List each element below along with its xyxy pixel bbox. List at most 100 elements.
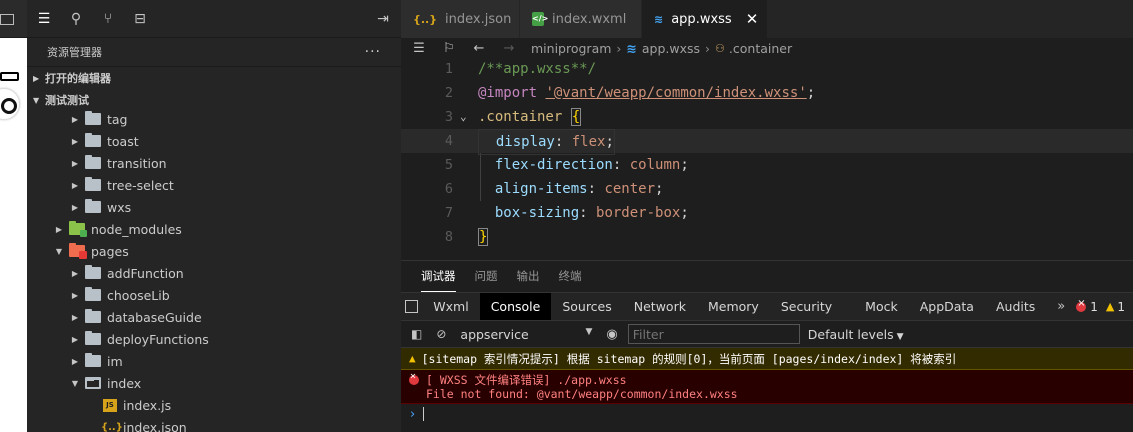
open-editors-section[interactable]: ▶ 打开的编辑器 [27, 67, 401, 89]
code-line[interactable]: 6 align-items: center; [401, 177, 1133, 201]
clear-console-icon[interactable]: ⊘ [436, 327, 446, 341]
devtools-tab-memory[interactable]: Memory [697, 293, 770, 320]
search-icon[interactable]: ⚲ [68, 11, 84, 27]
tab-problems[interactable]: 问题 [475, 261, 498, 292]
console-warning[interactable]: ▲ [sitemap 索引情况提示] 根据 sitemap 的规则[0]，当前页… [401, 348, 1133, 370]
tree-item-label: pages [91, 243, 129, 259]
prompt-chevron-icon: › [410, 406, 416, 422]
devtools-tab-wxml[interactable]: Wxml [422, 293, 479, 320]
levels-dropdown[interactable]: Default levels ▼ [808, 327, 904, 342]
devtools-tab-sources[interactable]: Sources [551, 293, 622, 320]
chevron-down-icon: ▼ [33, 95, 40, 105]
folder-open-icon [85, 377, 101, 389]
chevron-right-icon: ▶ [71, 268, 79, 278]
devtools-tab-security[interactable]: Security [770, 293, 854, 320]
error-text-line1: [ WXSS 文件编译错误] ./app.wxss [426, 373, 627, 387]
code-line[interactable]: 2 @import '@vant/weapp/common/index.wxss'… [401, 81, 1133, 105]
more-tabs-icon[interactable]: » [1046, 293, 1076, 320]
chevron-right-icon: › [616, 40, 622, 56]
breadcrumb-selector[interactable]: .container [729, 41, 792, 56]
error-icon [409, 371, 419, 385]
chevron-right-icon: ▶ [71, 312, 79, 322]
folder-icon [85, 265, 101, 279]
devtools-tab-appdata[interactable]: AppData [909, 293, 985, 320]
tree-item-toast[interactable]: ▶ toast [27, 130, 401, 152]
console-error[interactable]: [ WXSS 文件编译错误] ./app.wxss File not found… [401, 370, 1133, 404]
collapse-panel-icon[interactable]: ⇥ [375, 11, 391, 27]
tree-item-transition[interactable]: ▶ transition [27, 152, 401, 174]
wxml-file-icon: </> [532, 12, 548, 26]
warning-icon: ▲ [409, 352, 416, 365]
more-actions-icon[interactable]: ··· [365, 44, 381, 60]
extensions-icon[interactable]: ⊟ [132, 11, 148, 27]
breadcrumb-file[interactable]: app.wxss [642, 41, 700, 56]
devtools-tab-network[interactable]: Network [623, 293, 697, 320]
inspect-element-icon[interactable] [401, 293, 422, 320]
sidebar-toggle-icon[interactable]: ◧ [411, 327, 422, 341]
project-section[interactable]: ▼ 测试测试 [27, 89, 401, 111]
code-line[interactable]: 1 /**app.wxss**/ [401, 57, 1133, 81]
back-arrow-icon[interactable]: ← [471, 41, 487, 56]
tree-item-index-json[interactable]: {..} index.json [27, 416, 401, 432]
devtools-tab-console[interactable]: Console [479, 293, 552, 320]
eye-icon[interactable]: ◉ [606, 327, 617, 342]
tree-item-im[interactable]: ▶ im [27, 350, 401, 372]
code-editor[interactable]: 1 /**app.wxss**/ 2 @import '@vant/weapp/com… [401, 57, 1133, 260]
code-line[interactable]: 7 box-sizing: border-box; [401, 201, 1133, 225]
code-text: } [478, 228, 489, 246]
tree-item-pages[interactable]: ▼ pages [27, 240, 401, 262]
code-line[interactable]: 5 flex-direction: column; [401, 153, 1133, 177]
dropdown-arrow-icon: ▼ [585, 326, 593, 337]
tree-item-label: databaseGuide [107, 309, 202, 325]
dropdown-arrow-icon: ▼ [896, 331, 904, 342]
chevron-down-icon: ▼ [55, 246, 63, 256]
code-line[interactable]: 4 display: flex; [401, 129, 1133, 155]
close-icon[interactable]: ✕ [746, 10, 759, 28]
levels-label: Default levels [807, 326, 894, 342]
chevron-right-icon: › [705, 40, 711, 56]
fold-chevron-icon[interactable]: ⌄ [460, 105, 467, 129]
tree-item-index[interactable]: ▼ index [27, 372, 401, 394]
tree-item-tree-select[interactable]: ▶ tree-select [27, 174, 401, 196]
devtools-tab-mock[interactable]: Mock [854, 293, 909, 320]
tree-item-label: addFunction [107, 265, 184, 281]
tab-terminal[interactable]: 终端 [559, 261, 582, 292]
filter-input[interactable] [627, 324, 800, 344]
breadcrumb-folder[interactable]: miniprogram [531, 41, 611, 56]
tree-item-label: deployFunctions [107, 331, 209, 347]
console-prompt[interactable]: › [401, 404, 1133, 424]
devtools-tab-audits[interactable]: Audits [985, 293, 1046, 320]
tree-item-node-modules[interactable]: ▶ node_modules [27, 218, 401, 240]
tree-item-addfunction[interactable]: ▶ addFunction [27, 262, 401, 284]
tree-item-deployfunctions[interactable]: ▶ deployFunctions [27, 328, 401, 350]
issue-counts[interactable]: 1 ▲ 1 [1076, 293, 1133, 320]
code-line[interactable]: 8} [401, 225, 1133, 249]
code-line[interactable]: 3 ⌄ .container { [401, 105, 1133, 129]
outline-icon[interactable]: ☰ [411, 41, 427, 56]
tab-index-json[interactable]: {..} index.json [401, 0, 520, 38]
tree-item-tag[interactable]: ▶ tag [27, 109, 401, 130]
source-control-icon[interactable]: ⑂ [100, 11, 116, 27]
chevron-right-icon: ▶ [71, 290, 79, 300]
tab-app-wxss[interactable]: ≋ app.wxss ✕ [642, 0, 768, 38]
tree-item-label: index [107, 375, 142, 391]
pages-folder-icon [69, 243, 87, 259]
tree-item-wxs[interactable]: ▶ wxs [27, 196, 401, 218]
list-icon[interactable]: ☰ [36, 11, 52, 27]
tab-debugger[interactable]: 调试器 [421, 261, 456, 292]
line-number: 7 [444, 205, 453, 221]
tree-item-chooselib[interactable]: ▶ chooseLib [27, 284, 401, 306]
bookmark-icon[interactable]: ⚐ [441, 41, 457, 56]
forward-arrow-icon[interactable]: → [501, 41, 517, 56]
tree-item-databaseguide[interactable]: ▶ databaseGuide [27, 306, 401, 328]
tree-item-index-js[interactable]: JS index.js [27, 394, 401, 416]
tab-index-wxml[interactable]: </> index.wxml [520, 0, 642, 38]
chevron-right-icon: ▶ [71, 356, 79, 366]
tab-output[interactable]: 输出 [517, 261, 540, 292]
simulator-toolbar [0, 0, 27, 38]
window-icon[interactable] [0, 14, 14, 25]
explorer-title-bar: 资源管理器 ··· [27, 38, 401, 67]
folder-icon [85, 331, 101, 345]
context-select[interactable]: appservice ▼ [460, 327, 600, 342]
file-tree: ▶ tag ▶ toast ▶ transition ▶ tree-select ▶ wxs ▶ no… [27, 109, 401, 432]
